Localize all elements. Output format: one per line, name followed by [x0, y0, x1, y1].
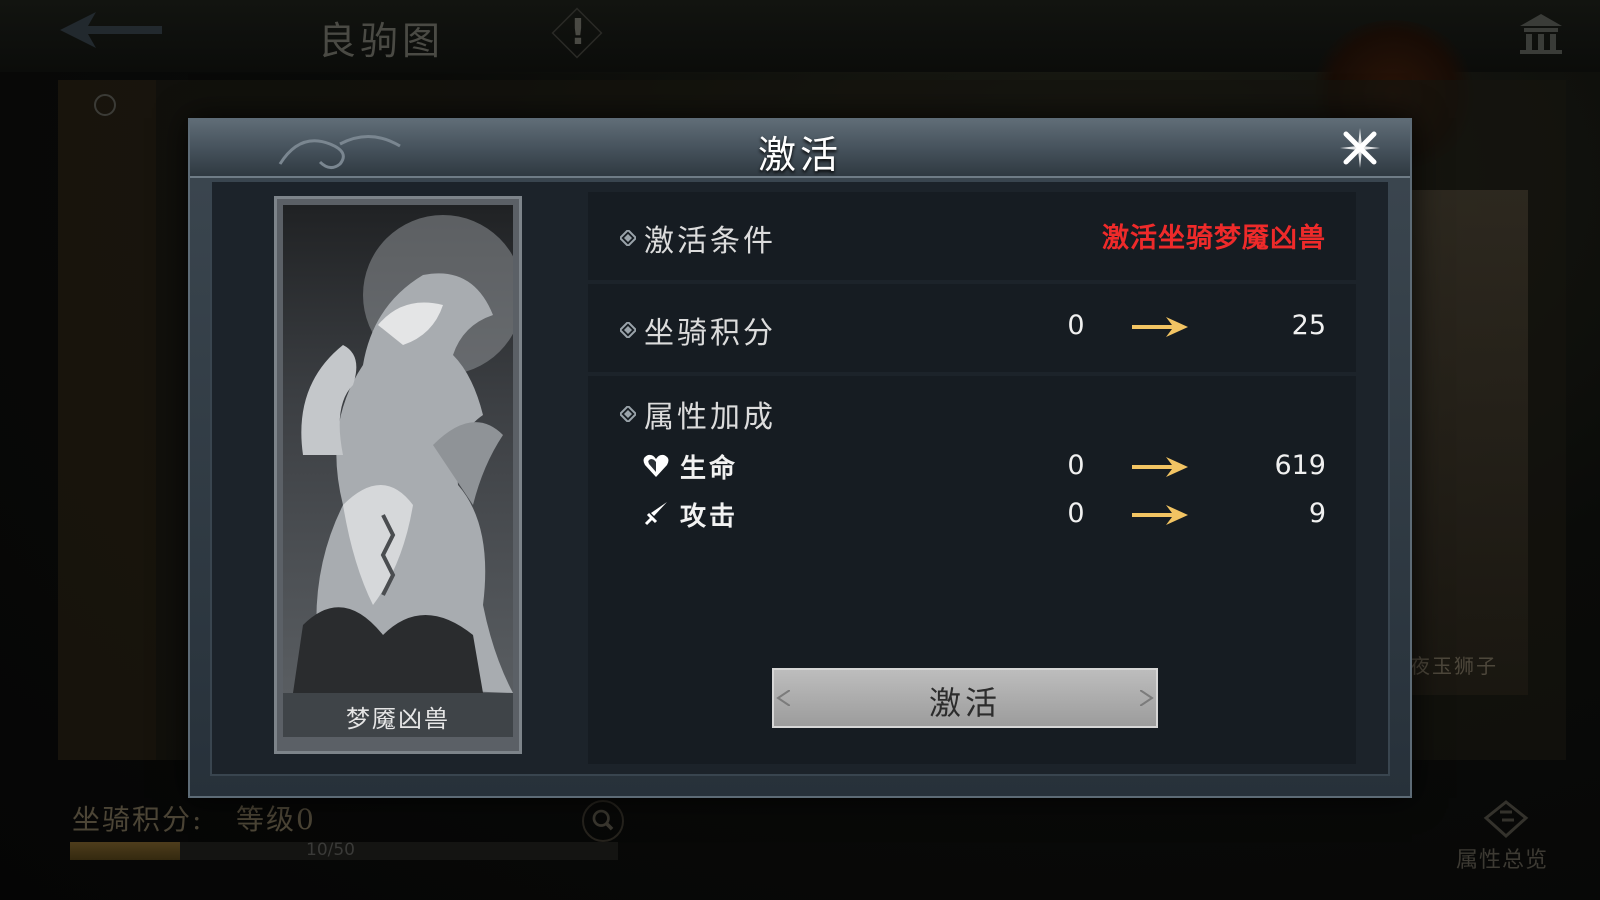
mount-name: 梦魇凶兽 — [346, 705, 450, 733]
back-arrow-icon[interactable] — [56, 8, 166, 52]
activate-button[interactable]: 激活 — [772, 668, 1158, 728]
arrow-right-icon — [1132, 457, 1188, 477]
left-panel — [58, 80, 156, 760]
condition-value: 激活坐骑梦魇凶兽 — [1102, 223, 1326, 254]
dialog-title: 激活 — [757, 133, 842, 177]
dragon-illustration — [293, 215, 513, 693]
mount-name-bar: 梦魇凶兽 — [283, 693, 513, 737]
stat-hp-to: 619 — [1274, 450, 1326, 481]
attribute-bonus-panel: 属性加成 生命 0 619 攻击 0 9 激活 — [588, 376, 1356, 764]
home-icon[interactable] — [1516, 12, 1566, 54]
condition-label: 激活条件 — [644, 224, 776, 259]
heart-icon — [643, 454, 669, 477]
search-icon[interactable] — [582, 800, 624, 842]
diamond-bullet-icon — [620, 406, 636, 422]
sword-icon — [644, 502, 667, 526]
mount-score-to: 25 — [1291, 310, 1326, 341]
dialog-body: 梦魇凶兽 激活条件 激活坐骑梦魇凶兽 坐骑积分 0 25 属性加成 生命 0 6… — [210, 180, 1390, 776]
score-progress-fill — [70, 842, 180, 860]
mount-score-row: 坐骑积分 0 25 — [588, 284, 1356, 372]
info-icon[interactable]: ! — [566, 12, 590, 53]
stat-hp-from: 0 — [1067, 450, 1085, 481]
close-icon[interactable] — [1338, 126, 1382, 170]
mount-level-label: 等级0 — [236, 803, 316, 836]
mount-portrait-image — [283, 205, 513, 693]
mount-score-label: 坐骑积分: — [72, 803, 204, 836]
mount-portrait-card: 梦魇凶兽 — [274, 196, 522, 754]
attribute-overview-icon[interactable] — [1478, 796, 1534, 846]
mount-score-from: 0 — [1067, 310, 1085, 341]
diamond-bullet-icon — [620, 230, 636, 246]
condition-row: 激活条件 激活坐骑梦魇凶兽 — [588, 192, 1356, 280]
mount-card-name: 夜玉狮子 — [1410, 654, 1498, 678]
stat-name-hp: 生命 — [680, 454, 739, 484]
page-title: 良驹图 — [318, 19, 445, 63]
stat-name-attack: 攻击 — [680, 502, 739, 532]
activate-dialog: 激活 梦魇凶兽 激活条件 激活坐骑梦魇凶兽 坐骑积分 0 25 属性加成 生命 … — [188, 118, 1412, 798]
button-cap-right — [1140, 690, 1154, 706]
stat-attack-from: 0 — [1067, 498, 1085, 529]
mount-score-label: 坐骑积分 — [644, 316, 776, 351]
attribute-overview-label[interactable]: 属性总览 — [1456, 842, 1548, 874]
diamond-bullet-icon — [620, 322, 636, 338]
score-progress-text: 10/50 — [306, 840, 355, 860]
attribute-bonus-label: 属性加成 — [644, 400, 776, 435]
arrow-right-icon — [1132, 505, 1188, 525]
dialog-header: 激活 — [190, 120, 1410, 178]
stat-attack-to: 9 — [1308, 498, 1326, 529]
activate-button-label: 激活 — [928, 684, 1001, 722]
arrow-right-icon — [1132, 317, 1188, 337]
ring-icon — [94, 94, 116, 116]
